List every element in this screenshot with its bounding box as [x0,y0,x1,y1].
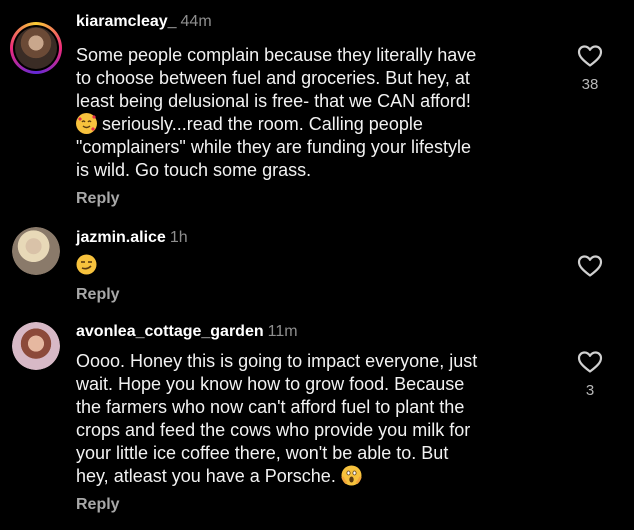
comment-text: Oooo. Honey this is going to impact ever… [76,351,478,486]
reply-button[interactable]: Reply [76,190,120,208]
like-count: 38 [581,76,599,93]
like-button[interactable]: 38 [574,44,606,93]
like-button[interactable] [574,254,606,278]
like-button[interactable]: 3 [574,350,606,399]
comment-header: jazmin.alice 1h [76,228,188,248]
heart-icon [577,351,603,373]
smiling-face-with-hearts-icon [76,113,97,134]
avatar[interactable] [10,22,62,74]
comment-text [76,254,546,277]
reply-button[interactable]: Reply [76,286,120,304]
heart-icon [577,45,603,67]
timestamp: 44m [180,13,212,30]
avatar[interactable] [12,227,60,275]
avatar[interactable] [12,322,60,370]
comment-header: kiaramcleay_ 44m [76,12,212,32]
smirking-face-icon [76,254,97,275]
timestamp: 1h [169,229,188,246]
reply-button[interactable]: Reply [76,496,120,514]
comment-header: avonlea_cottage_garden 11m [76,322,298,342]
comment-text: Some people complain because they litera… [76,45,477,180]
like-count: 3 [585,382,595,399]
username[interactable]: avonlea_cottage_garden [76,323,264,340]
face-screaming-icon [341,465,362,486]
timestamp: 11m [267,323,298,340]
heart-icon [577,255,603,277]
username[interactable]: jazmin.alice [76,229,166,246]
username[interactable]: kiaramcleay_ [76,13,177,30]
